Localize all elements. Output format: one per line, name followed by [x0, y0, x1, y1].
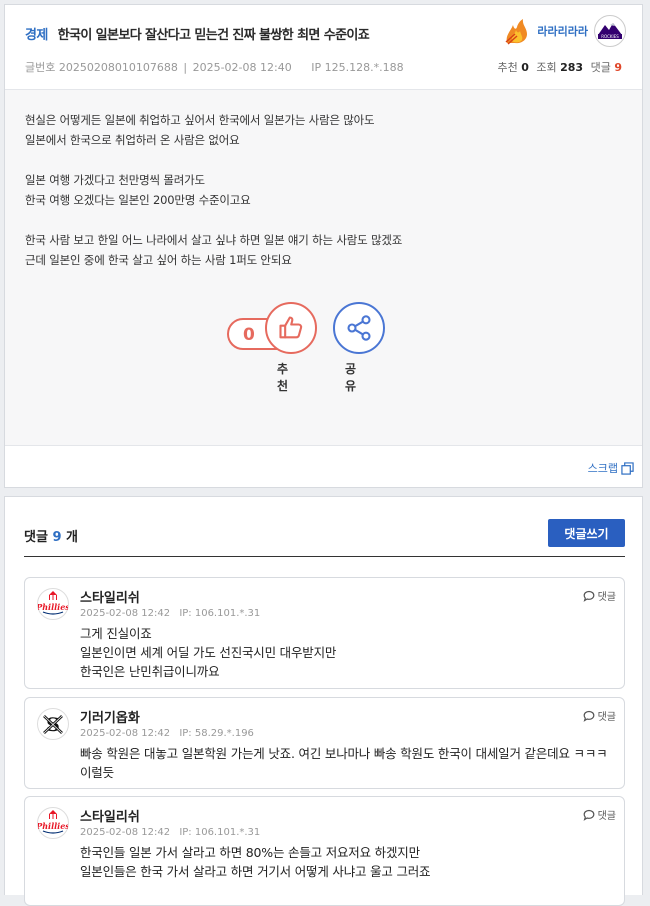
comments-section: 댓글 9 개 댓글쓰기 Phillies 스타일리쉬 2025-02-08 12… [4, 496, 643, 906]
comment-date: 2025-02-08 12:42 [80, 728, 171, 739]
svg-text:ROCKIES: ROCKIES [601, 34, 619, 39]
body-line [25, 210, 642, 230]
vote-count: 0 [243, 325, 255, 345]
reply-button[interactable]: 댓글 [583, 588, 616, 603]
comment-text: 빠송 학원은 대놓고 일본학원 가는게 낫죠. 여긴 보나마나 빠송 학원도 한… [80, 744, 610, 782]
speech-bubble-icon [583, 809, 594, 821]
body-line: 현실은 어떻게든 일본에 취업하고 싶어서 한국에서 일본가는 사람은 많아도 [25, 113, 375, 127]
reply-button[interactable]: 댓글 [583, 807, 616, 822]
body-line: 한국 사람 보고 한일 어느 나라에서 살고 싶냐 하면 일본 얘기 하는 사람… [25, 233, 403, 247]
recommend-count: 0 [521, 61, 529, 74]
svg-text:Phillies: Phillies [38, 821, 68, 831]
post-card: 경제 한국이 일본보다 잘산다고 믿는건 진짜 불쌍한 최면 수준이죠 라라리라… [4, 4, 643, 488]
reply-button[interactable]: 댓글 [583, 708, 616, 723]
post-category[interactable]: 경제 [25, 28, 48, 43]
reply-label: 댓글 [597, 712, 616, 723]
comment-line: 한국인은 난민취급이니까요 [80, 664, 220, 679]
rockies-logo: ROCKIES [594, 15, 626, 47]
comment-ip: IP: 106.101.*.31 [179, 608, 261, 619]
recommend-button-label: 추천 [277, 362, 289, 393]
ip-label: IP [311, 61, 322, 74]
scrap-icon [621, 461, 634, 475]
comment-author[interactable]: 스타일리쉬 [80, 806, 140, 825]
views-count: 283 [560, 61, 584, 74]
comment-item: Phillies 스타일리쉬 2025-02-08 12:42 IP: 106.… [24, 577, 625, 689]
post-title: 한국이 일본보다 잘산다고 믿는건 진짜 불쌍한 최면 수준이죠 [57, 28, 370, 43]
comment-date: 2025-02-08 12:42 [80, 827, 171, 838]
comment-meta: 2025-02-08 12:42 IP: 106.101.*.31 [80, 608, 260, 619]
share-button-label: 공유 [345, 362, 357, 393]
post-meta: 글번호 20250208010107688 | 2025-02-08 12:40… [25, 61, 404, 74]
comment-line: 그게 진실이죠 [80, 626, 152, 641]
share-icon [347, 315, 371, 341]
views-label: 조회 [536, 61, 557, 74]
body-line: 일본에서 한국으로 취업하러 온 사람은 없어요 [25, 133, 240, 147]
phillies-logo: Phillies [37, 807, 69, 839]
recommend-label: 추천 [497, 61, 518, 74]
comment-line: 일본인이면 세계 어딜 가도 선진국시민 대우받지만 [80, 645, 337, 660]
author-info[interactable]: 라라리라라 ROCKIES [503, 15, 626, 47]
comment-line: 한국인들 일본 가서 살라고 하면 80%는 손들고 저요저요 하겠지만 [80, 845, 420, 860]
post-title-row: 경제 한국이 일본보다 잘산다고 믿는건 진짜 불쌍한 최면 수준이죠 [25, 24, 370, 43]
post-header: 경제 한국이 일본보다 잘산다고 믿는건 진짜 불쌍한 최면 수준이죠 라라리라… [5, 5, 642, 90]
comment-line: 일본인들은 한국 가서 살라고 하면 거기서 어떻게 사냐고 울고 그러죠 [80, 864, 431, 879]
post-ip: 125.128.*.188 [324, 61, 404, 74]
comments-title-label: 댓글 [24, 530, 48, 545]
post-body: 현실은 어떻게든 일본에 취업하고 싶어서 한국에서 일본가는 사람은 많아도 … [5, 90, 642, 446]
body-line [25, 150, 642, 170]
white-sox-logo: S [37, 708, 69, 740]
body-line: 일본 여행 가겠다고 천만명씩 몰려가도 [25, 173, 205, 187]
post-no-label: 글번호 [25, 61, 56, 74]
comment-item: Phillies 스타일리쉬 2025-02-08 12:42 IP: 106.… [24, 796, 625, 906]
comments-title: 댓글 9 개 [24, 526, 78, 545]
scrap-label: 스크랩 [587, 462, 618, 475]
author-name[interactable]: 라라리라라 [537, 23, 588, 39]
post-content: 현실은 어떻게든 일본에 취업하고 싶어서 한국에서 일본가는 사람은 많아도 … [5, 90, 642, 270]
reply-label: 댓글 [597, 811, 616, 822]
svg-text:Phillies: Phillies [38, 602, 68, 612]
comments-count: 9 [614, 61, 622, 74]
comments-label: 댓글 [590, 61, 611, 74]
comment-text: 한국인들 일본 가서 살라고 하면 80%는 손들고 저요저요 하겠지만 일본인… [80, 843, 610, 881]
body-line: 한국 여행 오겠다는 일본인 200만명 수준이고요 [25, 193, 251, 207]
comments-title-count: 9 [52, 530, 62, 545]
comment-date: 2025-02-08 12:42 [80, 608, 171, 619]
scrap-button[interactable]: 스크랩 [588, 460, 634, 476]
phillies-logo: Phillies [37, 588, 69, 620]
body-line: 근데 일본인 중에 한국 살고 싶어 하는 사람 1퍼도 안되요 [25, 253, 292, 267]
comment-text: 그게 진실이죠 일본인이면 세계 어딜 가도 선진국시민 대우받지만 한국인은 … [80, 624, 610, 681]
flame-icon [505, 19, 528, 45]
post-date: 2025-02-08 12:40 [192, 61, 292, 74]
share-button[interactable] [333, 302, 385, 354]
comment-line: 빠송 학원은 대놓고 일본학원 가는게 낫죠. 여긴 보나마나 빠송 학원도 한… [80, 746, 608, 780]
comment-author[interactable]: 스타일리쉬 [80, 587, 140, 606]
speech-bubble-icon [583, 710, 594, 722]
post-no: 20250208010107688 [58, 61, 178, 74]
comment-meta: 2025-02-08 12:42 IP: 58.29.*.196 [80, 728, 254, 739]
write-comment-button[interactable]: 댓글쓰기 [548, 519, 625, 547]
comment-meta: 2025-02-08 12:42 IP: 106.101.*.31 [80, 827, 260, 838]
post-stats: 추천 0 조회 283 댓글 9 [497, 59, 626, 75]
comments-title-unit: 개 [66, 530, 78, 545]
comment-ip: IP: 58.29.*.196 [179, 728, 254, 739]
comment-item: S 기러기옵화 2025-02-08 12:42 IP: 58.29.*.196… [24, 697, 625, 789]
thumbs-up-icon [279, 316, 303, 339]
comment-author[interactable]: 기러기옵화 [80, 707, 140, 726]
speech-bubble-icon [583, 590, 594, 602]
reply-label: 댓글 [597, 592, 616, 603]
comments-header: 댓글 9 개 댓글쓰기 [24, 519, 625, 557]
recommend-button[interactable] [265, 302, 317, 354]
comment-ip: IP: 106.101.*.31 [179, 827, 261, 838]
